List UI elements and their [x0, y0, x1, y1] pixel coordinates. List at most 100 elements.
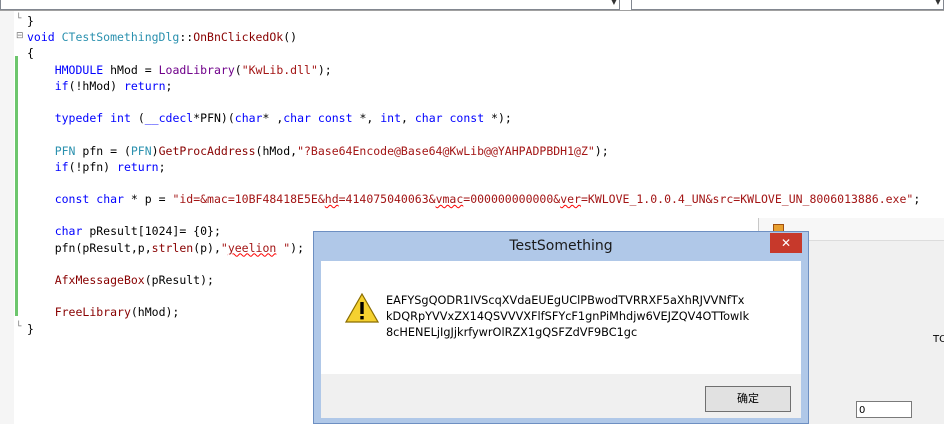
code-token: if: [54, 78, 69, 93]
code-token: =: [137, 62, 159, 77]
code-token: const: [449, 111, 485, 126]
code-line[interactable]: ​: [27, 126, 920, 142]
code-token: );: [290, 240, 305, 255]
code-token: char: [54, 224, 83, 239]
code-token: * p =: [123, 192, 173, 207]
code-token: GetProcAddress: [158, 143, 256, 158]
code-token: HMODULE: [54, 62, 104, 77]
code-line[interactable]: ​: [27, 175, 920, 191]
code-token: );: [317, 62, 332, 77]
editor-margin: [0, 11, 14, 424]
code-line[interactable]: if(!pfn) return;: [27, 159, 920, 175]
code-token: =414075040063&: [338, 192, 436, 207]
code-token: CTestSomethingDlg: [61, 30, 180, 45]
code-line[interactable]: typedef int (__cdecl*PFN)(char* ,char co…: [27, 110, 920, 126]
code-token: "?Base64Encode@Base64@KwLib@@YAHPADPBDH1…: [297, 143, 595, 158]
outline-end-icon: └: [16, 322, 22, 332]
code-token: (pResult);: [144, 273, 214, 287]
code-token: (: [234, 62, 242, 77]
code-token: char: [414, 111, 443, 126]
code-token: yeelion: [227, 240, 277, 255]
code-token: (!pfn): [68, 159, 118, 174]
code-token: if: [54, 159, 69, 174]
code-token: ": [220, 240, 228, 255]
code-token: }: [27, 321, 34, 336]
code-line[interactable]: const char * p = "id=&mac=10BF48418E5E&h…: [27, 191, 921, 207]
code-token: return: [123, 78, 166, 93]
message-box: TestSomething ✕ EAFYSgQODR1IVScqXVdaEUEg…: [313, 231, 809, 424]
code-token: __cdecl: [144, 111, 194, 126]
code-token: (p),: [193, 240, 221, 255]
code-token: pResult[1024]= {0};: [82, 224, 221, 239]
change-tracking-bar: [15, 56, 18, 316]
code-token: AfxMessageBox: [54, 273, 145, 287]
ok-button[interactable]: 确定: [705, 386, 791, 412]
code-line[interactable]: void CTestSomethingDlg::OnBnClickedOk(): [27, 29, 920, 45]
code-token: int: [110, 111, 131, 126]
code-line[interactable]: if(!hMod) return;: [27, 78, 920, 94]
code-token: char: [96, 192, 124, 207]
code-line[interactable]: PFN pfn = (PFN)GetProcAddress(hMod,"?Bas…: [27, 143, 920, 159]
code-token: PFN: [54, 143, 76, 158]
code-token: (hMod,: [255, 143, 298, 158]
code-token: ): [151, 143, 159, 158]
code-token: pfn(pResult,p,: [54, 240, 152, 255]
class-dropdown[interactable]: ▼: [0, 0, 620, 10]
background-window-label: TO: [933, 334, 944, 345]
code-token: const: [54, 192, 90, 207]
code-token: (): [283, 30, 298, 45]
code-token: FreeLibrary: [54, 305, 131, 320]
outline-end-icon: └: [16, 14, 22, 24]
editor-navigation-bar: ▼ ▼: [0, 0, 944, 11]
code-token: *,: [352, 111, 381, 126]
code-token: }: [27, 14, 34, 28]
dialog-client-area: EAFYSgQODR1IVScqXVdaEUEgUClPBwodTVRRXF5a…: [321, 261, 801, 418]
collapse-icon[interactable]: ⊟: [16, 31, 24, 41]
code-token: =KWLOVE_1.0.0.4_UN&src=KWLOVE_UN_8006013…: [580, 192, 914, 207]
code-token: ,: [401, 111, 415, 126]
code-token: *);: [484, 111, 512, 126]
code-token: );: [594, 143, 609, 158]
code-token: char: [283, 111, 311, 126]
chevron-down-icon: ▼: [610, 0, 617, 6]
code-token: strlen: [151, 240, 194, 255]
code-token: void: [27, 30, 62, 45]
code-line[interactable]: HMODULE hMod = LoadLibrary("KwLib.dll");: [27, 62, 920, 78]
code-token: ": [276, 240, 291, 255]
code-line[interactable]: {: [27, 45, 920, 61]
code-token: LoadLibrary: [158, 62, 235, 77]
code-token: *PFN)(: [193, 111, 235, 126]
code-line[interactable]: ​: [27, 94, 920, 110]
code-token: typedef: [54, 111, 104, 126]
code-token: ::: [179, 30, 194, 45]
code-token: hMod: [110, 62, 138, 77]
chevron-down-icon: ▼: [934, 0, 941, 6]
code-token: ;: [165, 78, 173, 93]
member-dropdown[interactable]: ▼: [631, 0, 944, 10]
code-token: {: [27, 46, 34, 61]
code-token: (: [130, 111, 145, 126]
code-token: ;: [158, 159, 166, 174]
code-token: ver: [560, 192, 581, 207]
dialog-message: EAFYSgQODR1IVScqXVdaEUEgUClPBwodTVRRXF5a…: [386, 294, 750, 339]
code-line[interactable]: }: [27, 13, 920, 29]
warning-icon: [345, 293, 379, 323]
code-token: const: [317, 111, 353, 126]
code-token: char: [234, 111, 263, 126]
close-button[interactable]: ✕: [770, 233, 802, 253]
code-token: hd: [324, 192, 339, 207]
value-input[interactable]: 0: [856, 401, 912, 418]
code-token: PFN: [130, 143, 152, 158]
code-token: vmac: [435, 192, 464, 207]
